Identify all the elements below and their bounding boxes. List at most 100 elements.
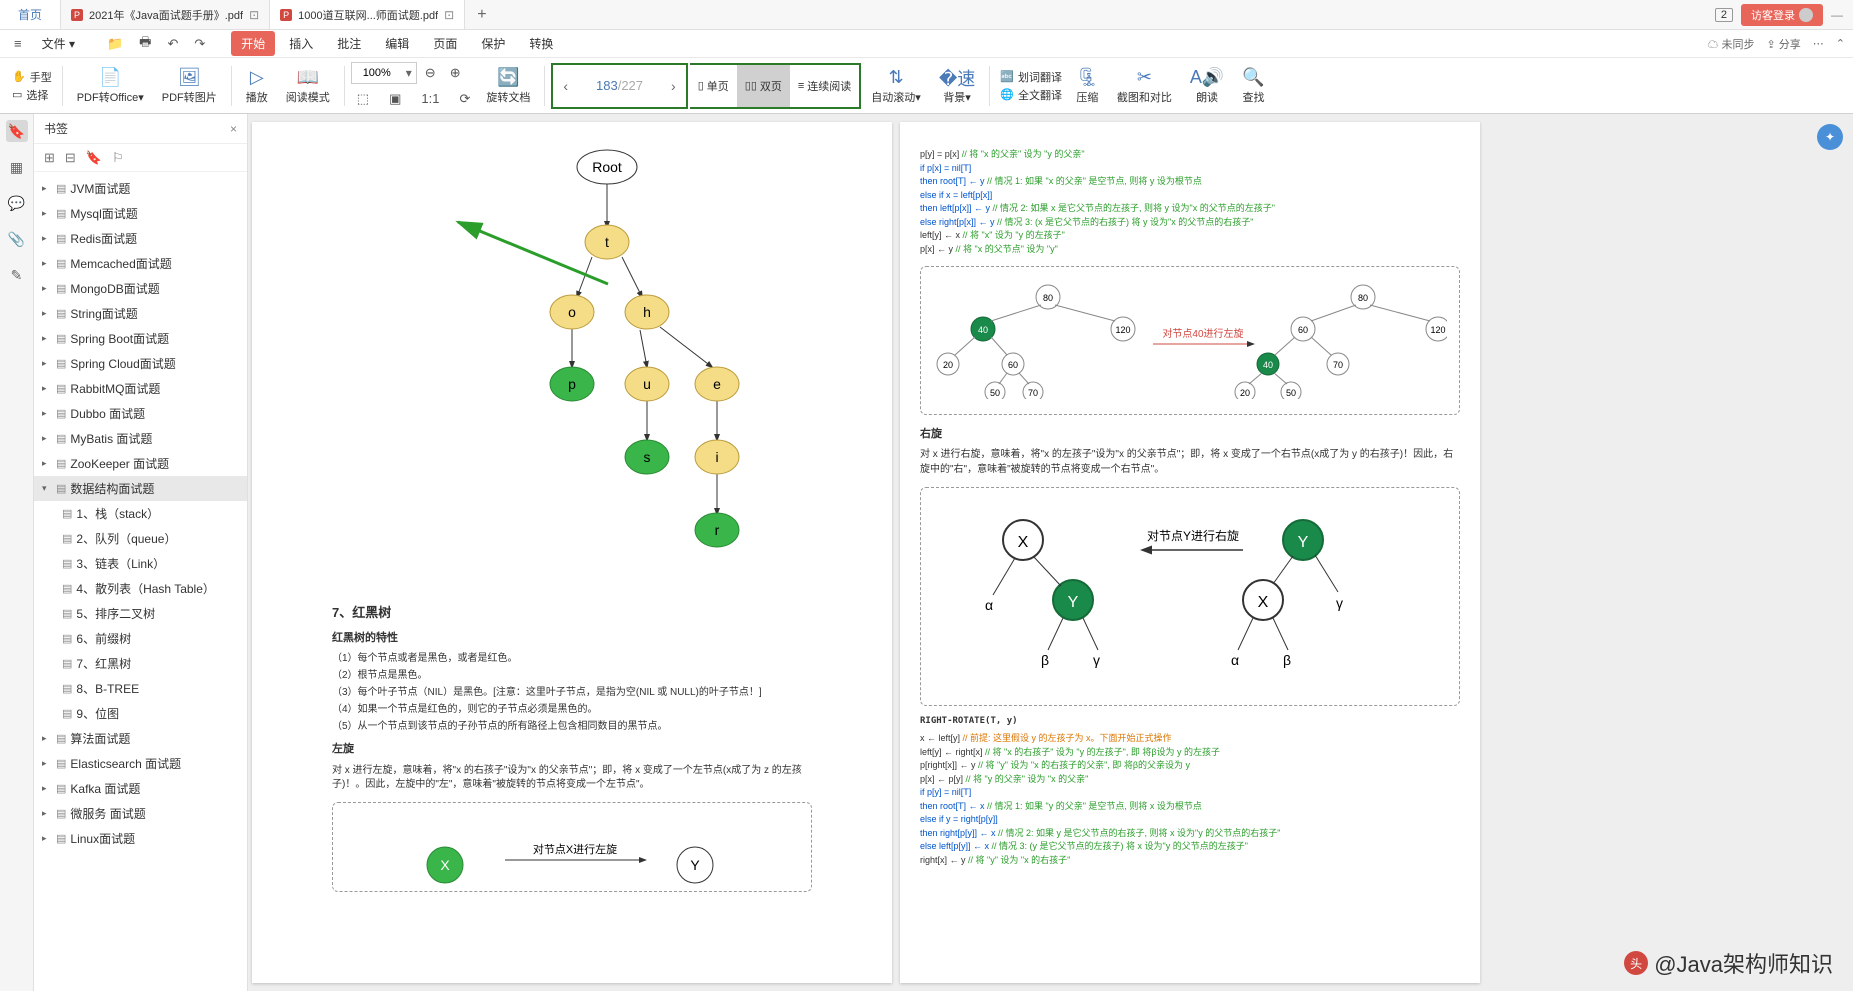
comment-icon[interactable]: 💬 xyxy=(6,192,28,214)
home-tab[interactable]: 首页 xyxy=(0,0,61,29)
bookmark-item[interactable]: ▸▤微服务 面试题 xyxy=(34,801,247,826)
hand-tool[interactable]: ✋ 手型 xyxy=(12,69,52,85)
bookmark-item[interactable]: ▸▤MyBatis 面试题 xyxy=(34,426,247,451)
zoom-field[interactable] xyxy=(352,67,402,79)
double-page-mode[interactable]: ▯▯ 双页 xyxy=(737,65,790,107)
bookmark-item[interactable]: ▸▤MongoDB面试题 xyxy=(34,276,247,301)
bookmark-item[interactable]: ▸▤Spring Cloud面试题 xyxy=(34,351,247,376)
next-page-button[interactable]: › xyxy=(663,78,684,94)
reply-icon[interactable]: ↶ xyxy=(161,32,184,56)
prev-page-button[interactable]: ‹ xyxy=(555,78,576,94)
edit-icon[interactable]: ✎ xyxy=(6,264,28,286)
bookmark-item[interactable]: ▾▤数据结构面试题 xyxy=(34,476,247,501)
zoom-out-icon[interactable]: ⊖ xyxy=(419,61,442,85)
bookmark-child[interactable]: ▤6、前缀树 xyxy=(34,626,247,651)
doc-tab-2[interactable]: P 1000道互联网...师面试题.pdf ⊡ xyxy=(270,0,465,29)
bookmark-child[interactable]: ▤7、红黑树 xyxy=(34,651,247,676)
svg-text:t: t xyxy=(605,234,609,250)
read-mode[interactable]: 📖阅读模式 xyxy=(278,65,338,107)
bookmark-item[interactable]: ▸▤算法面试题 xyxy=(34,726,247,751)
bookmark-item[interactable]: ▸▤Kafka 面试题 xyxy=(34,776,247,801)
bookmark-child[interactable]: ▤8、B-TREE xyxy=(34,676,247,701)
chevron-up-icon[interactable]: ⌃ xyxy=(1836,37,1845,50)
bookmark-item[interactable]: ▸▤Mysql面试题 xyxy=(34,201,247,226)
float-action-button[interactable]: ✦ xyxy=(1817,124,1843,150)
svg-text:50: 50 xyxy=(990,388,1000,398)
auto-scroll[interactable]: ⇅自动滚动▾ xyxy=(863,65,929,107)
word-translate[interactable]: 🔤 划词翻译 xyxy=(1000,69,1062,85)
page-number[interactable]: 183/227 xyxy=(576,78,663,93)
bookmark-item[interactable]: ▸▤JVM面试题 xyxy=(34,176,247,201)
fit-page-icon[interactable]: ▣ xyxy=(383,87,407,111)
select-tool[interactable]: ▭ 选择 xyxy=(12,87,52,103)
thumbnail-icon[interactable]: ▦ xyxy=(6,156,28,178)
bookmark-add-icon[interactable]: 🔖 xyxy=(86,150,102,166)
login-button[interactable]: 访客登录 xyxy=(1741,4,1823,26)
bookmark-item[interactable]: ▸▤ZooKeeper 面试题 xyxy=(34,451,247,476)
avatar-icon xyxy=(1799,8,1813,22)
read-aloud[interactable]: A🔊朗读 xyxy=(1182,65,1232,107)
toolbar: ✋ 手型 ▭ 选择 📄PDF转Office▾ 🖼PDF转图片 ▷播放 📖阅读模式… xyxy=(0,58,1853,114)
bookmark-alt-icon[interactable]: ⚐ xyxy=(112,150,124,166)
notification-badge[interactable]: 2 xyxy=(1715,8,1733,22)
doc-tab-1[interactable]: P 2021年《Java面试题手册》.pdf ⊡ xyxy=(61,0,270,29)
play-button[interactable]: ▷播放 xyxy=(238,65,276,107)
zoom-input[interactable]: ▾ xyxy=(351,62,417,84)
unsync-status[interactable]: ☁ 未同步 xyxy=(1707,36,1754,52)
menu-edit[interactable]: 编辑 xyxy=(375,31,419,56)
menu-page[interactable]: 页面 xyxy=(423,31,467,56)
zoom-in-icon[interactable]: ⊕ xyxy=(444,61,467,85)
full-translate[interactable]: 🌐 全文翻译 xyxy=(1000,87,1062,103)
bookmark-item[interactable]: ▸▤Memcached面试题 xyxy=(34,251,247,276)
print-icon[interactable]: 🖶 xyxy=(133,29,157,59)
bookmark-child[interactable]: ▤2、队列（queue） xyxy=(34,526,247,551)
collapse-icon[interactable]: ⊟ xyxy=(65,150,76,166)
refresh-icon[interactable]: ⟳ xyxy=(453,87,476,111)
add-tab-button[interactable]: + xyxy=(465,6,498,24)
bookmark-item[interactable]: ▸▤Redis面试题 xyxy=(34,226,247,251)
open-icon[interactable]: 📁 xyxy=(101,32,129,56)
fit-width-icon[interactable]: ⬚ xyxy=(351,87,375,111)
more-icon[interactable]: ⋯ xyxy=(1813,37,1824,50)
close-icon[interactable]: ⊡ xyxy=(444,8,454,22)
bookmark-item[interactable]: ▸▤RabbitMQ面试题 xyxy=(34,376,247,401)
bookmark-item[interactable]: ▸▤Spring Boot面试题 xyxy=(34,326,247,351)
screenshot-compare[interactable]: ✂截图和对比 xyxy=(1109,65,1180,107)
bookmark-child[interactable]: ▤5、排序二叉树 xyxy=(34,601,247,626)
menu-annotate[interactable]: 批注 xyxy=(327,31,371,56)
bookmark-item[interactable]: ▸▤Elasticsearch 面试题 xyxy=(34,751,247,776)
pdf-to-image[interactable]: 🖼PDF转图片 xyxy=(154,65,225,107)
expand-icon[interactable]: ⊞ xyxy=(44,150,55,166)
compress[interactable]: 🗜压缩 xyxy=(1068,65,1107,107)
find[interactable]: 🔍查找 xyxy=(1234,65,1272,107)
continuous-mode[interactable]: ≡ 连续阅读 xyxy=(790,65,859,107)
file-menu[interactable]: 文件 ▾ xyxy=(32,31,85,56)
bookmark-child[interactable]: ▤9、位图 xyxy=(34,701,247,726)
document-viewport[interactable]: Root t o h p u e s i r 7、红黑树 红黑树的特性 （1）每… xyxy=(248,114,1853,991)
attachment-icon[interactable]: 📎 xyxy=(6,228,28,250)
undo-icon[interactable]: ↷ xyxy=(188,32,211,56)
close-icon[interactable]: ⊡ xyxy=(249,8,259,22)
bookmark-child[interactable]: ▤4、散列表（Hash Table） xyxy=(34,576,247,601)
single-page-mode[interactable]: ▯ 单页 xyxy=(690,65,737,107)
actual-size-icon[interactable]: 1:1 xyxy=(415,87,445,111)
share-button[interactable]: ⇪ 分享 xyxy=(1767,36,1801,52)
bookmark-child[interactable]: ▤1、栈（stack） xyxy=(34,501,247,526)
background[interactable]: �速背景▾ xyxy=(931,65,983,107)
bookmark-child[interactable]: ▤3、链表（Link） xyxy=(34,551,247,576)
bookmark-item[interactable]: ▸▤Linux面试题 xyxy=(34,826,247,851)
menu-insert[interactable]: 插入 xyxy=(279,31,323,56)
close-panel-icon[interactable]: × xyxy=(230,122,237,136)
menu-convert[interactable]: 转换 xyxy=(519,31,563,56)
minimize-icon[interactable]: — xyxy=(1831,8,1843,22)
bookmark-item[interactable]: ▸▤Dubbo 面试题 xyxy=(34,401,247,426)
svg-text:120: 120 xyxy=(1115,325,1130,335)
bookmark-icon[interactable]: 🔖 xyxy=(6,120,28,142)
chevron-down-icon[interactable]: ▾ xyxy=(402,66,416,80)
menu-icon[interactable]: ≡ xyxy=(8,32,28,55)
rotate-doc[interactable]: 🔄旋转文档 xyxy=(478,65,538,107)
bookmark-item[interactable]: ▸▤String面试题 xyxy=(34,301,247,326)
pdf-to-office[interactable]: 📄PDF转Office▾ xyxy=(69,65,152,107)
menu-protect[interactable]: 保护 xyxy=(471,31,515,56)
menu-start[interactable]: 开始 xyxy=(231,31,275,56)
